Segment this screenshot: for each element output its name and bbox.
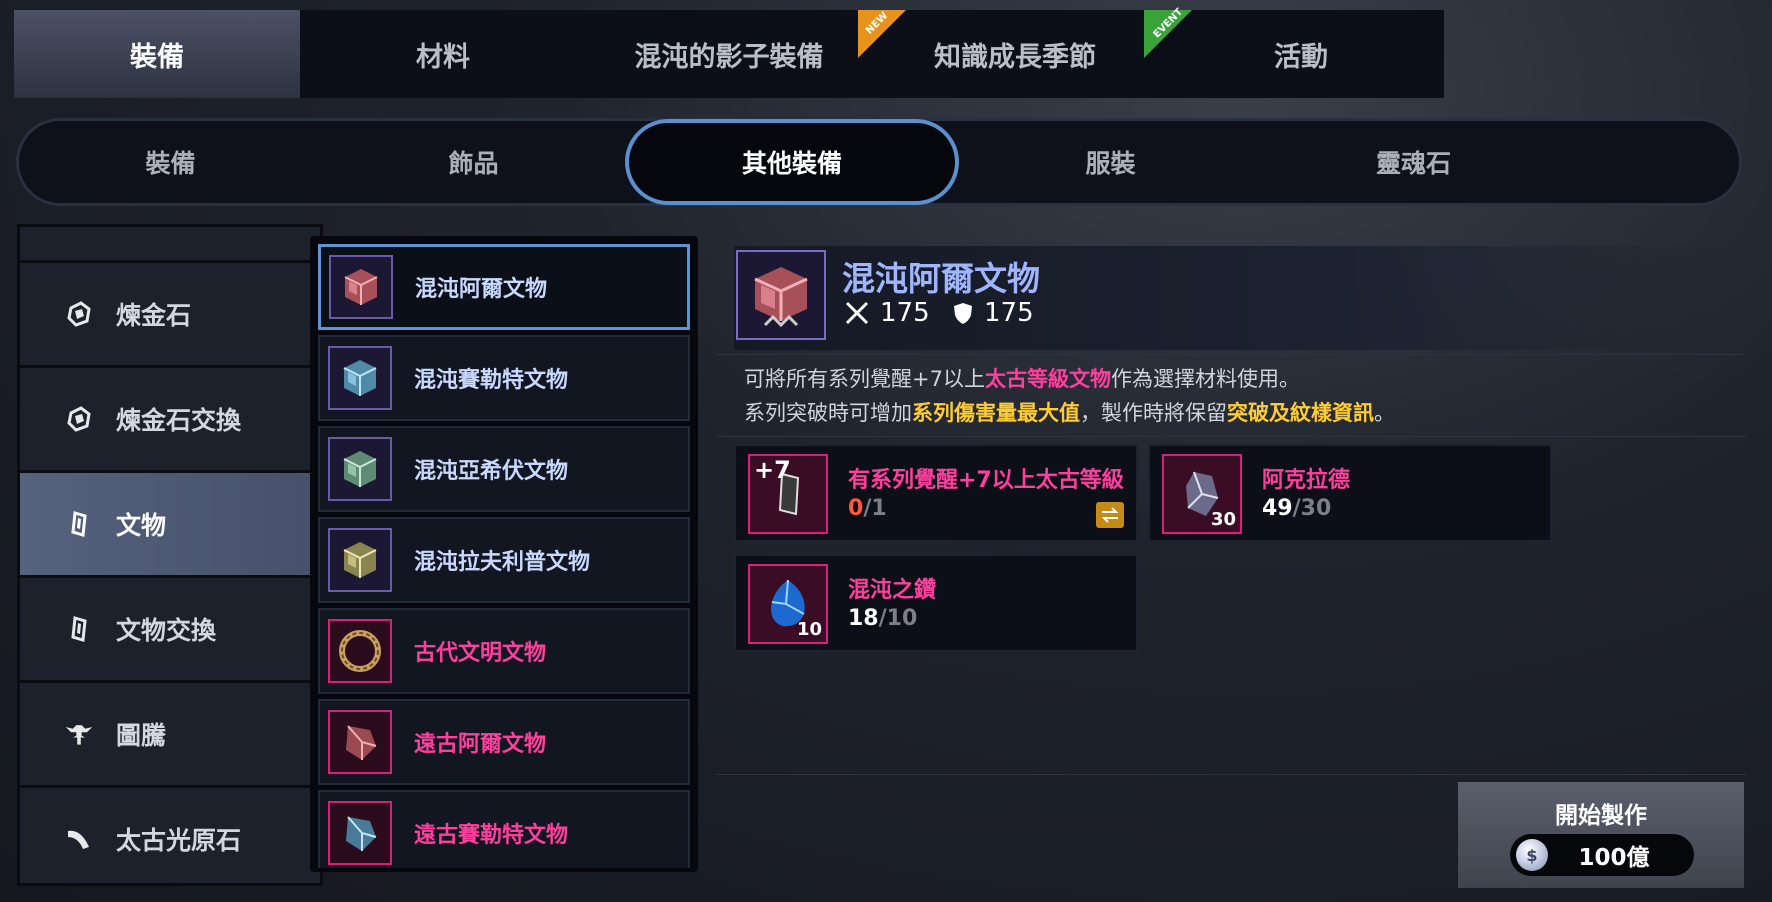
tab-equipment[interactable]: 裝備 bbox=[14, 10, 300, 98]
tab-chaos-shadow-equipment[interactable]: 混沌的影子裝備 bbox=[586, 10, 872, 98]
tab-knowledge-season-label: 知識成長季節 bbox=[934, 41, 1096, 73]
tab-materials[interactable]: 材料 bbox=[300, 10, 586, 98]
category-alchemy-stone[interactable]: 煉金石 bbox=[20, 263, 320, 365]
detail-title: 混沌阿爾文物 bbox=[842, 259, 1040, 298]
category-artifact-exchange-label: 文物交換 bbox=[116, 616, 217, 645]
primeval-ar-artifact-icon bbox=[328, 710, 392, 774]
tab-event[interactable]: EVENT 活動 bbox=[1144, 7, 1444, 98]
awakened-artifact-icon: +7 bbox=[748, 454, 828, 534]
top-tab-bar: 裝備 材料 混沌的影子裝備 NEW 知識成長季節 EVENT 活動 bbox=[14, 7, 1444, 98]
ancient-ring-icon bbox=[328, 619, 392, 683]
item-row-chaos-yahifu-artifact[interactable]: 混沌亞希伏文物 bbox=[318, 426, 690, 512]
item-row-chaos-raphlip-artifact[interactable]: 混沌拉夫利普文物 bbox=[318, 517, 690, 603]
sub-tab-bar: 裝備 飾品 其他裝備 服裝 靈魂石 bbox=[16, 118, 1742, 206]
start-crafting-button[interactable]: 開始製作 $ 100億 bbox=[1458, 782, 1744, 888]
chaos-yahifu-artifact-icon bbox=[328, 437, 392, 501]
totem-icon bbox=[64, 719, 94, 749]
material-count: 18/10 bbox=[848, 606, 918, 631]
category-primeval-light-stone[interactable]: 太古光原石 bbox=[20, 788, 320, 883]
item-name: 混沌拉夫利普文物 bbox=[414, 550, 591, 575]
category-alchemy-stone-exchange-label: 煉金石交換 bbox=[116, 406, 242, 435]
item-name: 混沌阿爾文物 bbox=[415, 277, 548, 302]
alchemy-stone-icon bbox=[64, 299, 94, 329]
primeval-seiret-artifact-icon bbox=[328, 801, 392, 865]
category-totem[interactable]: 圖騰 bbox=[20, 683, 320, 785]
subtab-accessories[interactable]: 飾品 bbox=[322, 121, 625, 203]
alchemy-stone-exchange-icon bbox=[64, 404, 94, 434]
subtab-soul-stone[interactable]: 靈魂石 bbox=[1262, 121, 1565, 203]
tab-event-label: 活動 bbox=[1274, 41, 1328, 73]
silver-coin-icon: $ bbox=[1516, 839, 1548, 871]
chaos-seiret-artifact-icon bbox=[328, 346, 392, 410]
item-name: 遠古阿爾文物 bbox=[414, 732, 547, 757]
defense-value: 175 bbox=[984, 298, 1034, 328]
material-count: 0/1 bbox=[848, 496, 887, 521]
description-line-2: 系列突破時可增加系列傷害量最大值，製作時將保留突破及紋樣資訊。 bbox=[744, 401, 1395, 425]
category-artifact-label: 文物 bbox=[116, 511, 167, 540]
chaos-raphlip-artifact-icon bbox=[328, 528, 392, 592]
category-primeval-light-stone-label: 太古光原石 bbox=[116, 826, 242, 855]
material-name: 阿克拉德 bbox=[1262, 468, 1351, 493]
crossed-swords-icon bbox=[845, 301, 869, 325]
akrad-crystal-icon: 30 bbox=[1162, 454, 1242, 534]
category-totem-label: 圖騰 bbox=[116, 721, 167, 750]
material-count: 49/30 bbox=[1262, 496, 1332, 521]
category-artifact[interactable]: 文物 bbox=[20, 473, 320, 575]
item-name: 遠古賽勒特文物 bbox=[414, 823, 569, 848]
primeval-light-stone-icon bbox=[64, 824, 94, 854]
divider bbox=[716, 354, 1746, 355]
event-ribbon: EVENT bbox=[1144, 7, 1192, 58]
selected-artifact-icon bbox=[736, 250, 826, 340]
divider bbox=[716, 436, 1746, 437]
subtab-other-equipment[interactable]: 其他裝備 bbox=[625, 119, 959, 205]
tab-knowledge-season[interactable]: NEW 知識成長季節 bbox=[858, 10, 1158, 98]
category-artifact-exchange[interactable]: 文物交換 bbox=[20, 578, 320, 680]
artifact-item-list: 混沌阿爾文物 混沌賽勒特文物 混沌亞希伏文物 混沌拉夫利普文物 古代文明文物 遠… bbox=[310, 236, 698, 872]
item-row-chaos-seiret-artifact[interactable]: 混沌賽勒特文物 bbox=[318, 335, 690, 421]
category-alchemy-stone-exchange[interactable]: 煉金石交換 bbox=[20, 368, 320, 470]
material-slot-akrad[interactable]: 30 阿克拉德 49/30 bbox=[1148, 444, 1552, 542]
chaos-diamond-icon: 10 bbox=[748, 564, 828, 644]
material-name: 混沌之鑽 bbox=[848, 578, 937, 603]
divider bbox=[716, 774, 1746, 775]
detail-description: 可將所有系列覺醒+7以上太古等級文物作為選擇材料使用。 系列突破時可增加系列傷害… bbox=[744, 362, 1734, 430]
item-row-primeval-seiret-artifact[interactable]: 遠古賽勒特文物 bbox=[318, 790, 690, 868]
material-name: 有系列覺醒+7以上太古等級 bbox=[848, 468, 1124, 493]
start-crafting-label: 開始製作 bbox=[1555, 803, 1647, 829]
category-list-top-edge bbox=[20, 227, 320, 263]
material-slot-chaos-diamond[interactable]: 10 混沌之鑽 18/10 bbox=[734, 554, 1138, 652]
item-row-ancient-civilization-artifact[interactable]: 古代文明文物 bbox=[318, 608, 690, 694]
subtab-costume[interactable]: 服裝 bbox=[959, 121, 1262, 203]
item-name: 混沌賽勒特文物 bbox=[414, 368, 569, 393]
category-alchemy-stone-label: 煉金石 bbox=[116, 301, 192, 330]
crafting-cost-value: 100億 bbox=[1578, 845, 1650, 871]
new-ribbon: NEW bbox=[858, 10, 906, 58]
item-row-chaos-ar-artifact[interactable]: 混沌阿爾文物 bbox=[318, 244, 690, 330]
chaos-ar-artifact-icon bbox=[329, 255, 393, 319]
swap-material-button[interactable] bbox=[1096, 502, 1124, 528]
item-row-primeval-ar-artifact[interactable]: 遠古阿爾文物 bbox=[318, 699, 690, 785]
subtab-equipment[interactable]: 裝備 bbox=[19, 121, 322, 203]
crafting-cost: $ 100億 bbox=[1510, 834, 1694, 876]
swap-arrows-icon bbox=[1101, 507, 1119, 523]
material-slot-awakened-artifact[interactable]: +7 有系列覺醒+7以上太古等級 0/1 bbox=[734, 444, 1138, 542]
artifact-exchange-icon bbox=[64, 614, 94, 644]
description-line-1: 可將所有系列覺醒+7以上太古等級文物作為選擇材料使用。 bbox=[744, 367, 1300, 391]
attack-value: 175 bbox=[880, 298, 930, 328]
category-list: 煉金石 煉金石交換 文物 文物交換 圖騰 太古光原石 bbox=[17, 224, 323, 886]
artifact-icon bbox=[64, 509, 94, 539]
attack-stat: 175 bbox=[844, 298, 930, 328]
item-name: 混沌亞希伏文物 bbox=[414, 459, 569, 484]
shield-icon bbox=[954, 303, 972, 324]
item-name: 古代文明文物 bbox=[414, 641, 547, 666]
defense-stat: 175 bbox=[952, 298, 1034, 328]
